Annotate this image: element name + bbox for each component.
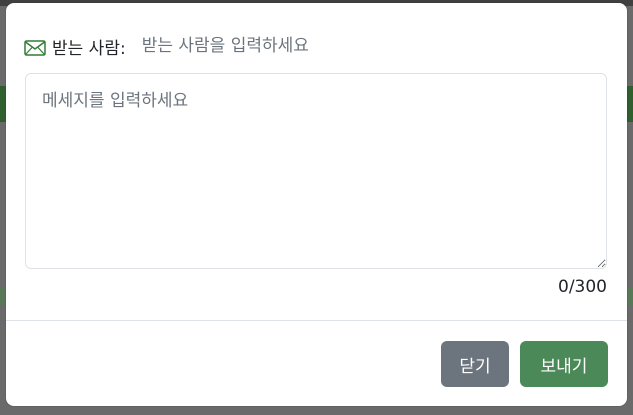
message-modal: 받는 사람: 0/300 닫기 보내기 <box>6 3 627 406</box>
recipient-label: 받는 사람: <box>52 38 126 59</box>
recipient-row: 받는 사람: <box>24 33 542 59</box>
message-textarea[interactable] <box>25 73 607 269</box>
recipient-input[interactable] <box>141 36 542 56</box>
character-counter: 0/300 <box>558 277 607 297</box>
footer-divider <box>6 320 627 321</box>
send-button[interactable]: 보내기 <box>520 341 608 387</box>
close-button[interactable]: 닫기 <box>441 341 509 387</box>
envelope-icon <box>24 40 46 56</box>
